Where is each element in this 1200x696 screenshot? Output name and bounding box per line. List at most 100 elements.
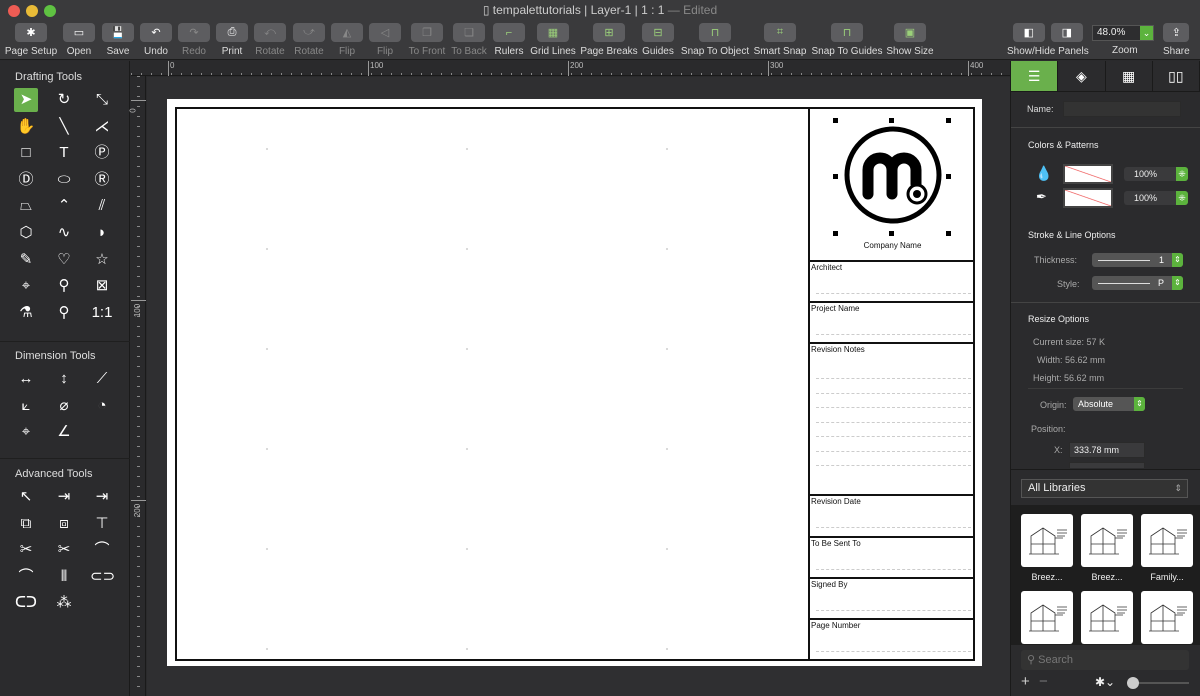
hand-tool-icon[interactable]: ✋: [14, 115, 38, 139]
scissors-tool-icon[interactable]: ✂: [14, 538, 38, 562]
page-breaks-button[interactable]: ⊞ Page Breaks: [580, 23, 638, 57]
rulers-button[interactable]: ⌐ Rulers: [493, 23, 525, 57]
library-search[interactable]: ⚲ Search: [1021, 650, 1189, 670]
node-select-tool-icon[interactable]: ↖: [14, 485, 38, 509]
show-size-button[interactable]: ▣ Show Size: [886, 23, 934, 57]
image-tool-icon[interactable]: ⊠: [90, 274, 114, 298]
title-block[interactable]: Company Name Architect Project Name Revisi…: [808, 107, 975, 661]
select-tool-icon[interactable]: ➤: [14, 88, 38, 112]
page-number-cell[interactable]: Page Number: [810, 618, 975, 661]
right-panel-toggle[interactable]: ◨: [1050, 23, 1083, 42]
page-setup-button[interactable]: ✱ Page Setup: [5, 23, 57, 57]
subtract-tool-icon[interactable]: ⧈: [52, 512, 76, 536]
library-select[interactable]: All Libraries ⇕: [1021, 479, 1188, 498]
save-button[interactable]: 💾 Save: [102, 23, 134, 57]
vertical-ruler[interactable]: 0 100 200: [129, 76, 146, 696]
extend-to-tool-icon[interactable]: ⇥: [90, 485, 114, 509]
smart-snap-button[interactable]: ⌗ Smart Snap: [754, 23, 806, 57]
print-button[interactable]: ⎙ Print: [216, 23, 248, 57]
library-item-thumbnail[interactable]: [1141, 591, 1193, 644]
arc-tool-icon[interactable]: ◗: [90, 221, 114, 245]
horizontal-ruler[interactable]: 0 100 200 300 400: [131, 61, 1010, 76]
polyline-tool-icon[interactable]: ⌃: [52, 194, 76, 218]
opacity-slider-icon[interactable]: ⁜: [1176, 167, 1188, 181]
radius-tool-icon[interactable]: ◔: [90, 394, 114, 418]
logo-cell[interactable]: Company Name: [810, 107, 975, 260]
undo-button[interactable]: ↶ Undo: [140, 23, 172, 57]
chamfer-tool-icon[interactable]: ⌒: [14, 565, 38, 589]
parallel-lines-tool-icon[interactable]: ⫽: [90, 194, 114, 218]
to-back-button[interactable]: ❏ To Back: [451, 23, 487, 57]
selection-handle[interactable]: [833, 174, 838, 179]
flip-button[interactable]: ◁ Flip: [369, 23, 401, 57]
style-select[interactable]: P ⇕: [1092, 276, 1183, 290]
snap-to-object-button[interactable]: ⊓ Snap To Object: [681, 23, 749, 57]
library-grid[interactable]: Breez... Breez... Family...: [1011, 505, 1200, 645]
redo-button[interactable]: ↷ Redo: [178, 23, 210, 57]
union-tool-icon[interactable]: ⧉: [14, 512, 38, 536]
pencil-tool-icon[interactable]: ✎: [14, 248, 38, 272]
guides-button[interactable]: ⊟ Guides: [642, 23, 674, 57]
snap-to-guides-button[interactable]: ⊓ Snap To Guides: [812, 23, 883, 57]
polygon-tool-icon[interactable]: ⏢: [14, 194, 38, 218]
actual-size-tool-icon[interactable]: 1:1: [90, 301, 114, 325]
gear-menu-icon[interactable]: ✱⌄: [1095, 675, 1115, 689]
center-mark-tool-icon[interactable]: ⌖: [14, 420, 38, 444]
architect-cell[interactable]: Architect: [810, 260, 975, 301]
left-panel-toggle[interactable]: ◧: [1012, 23, 1045, 42]
library-item-thumbnail[interactable]: [1081, 514, 1133, 567]
hexagon-tool-icon[interactable]: ⬡: [14, 221, 38, 245]
fill-opacity[interactable]: 100% ⁜: [1124, 167, 1188, 181]
angled-dimension-tool-icon[interactable]: ⟋: [90, 367, 114, 391]
origin-select[interactable]: Absolute ⇕: [1073, 397, 1145, 411]
name-input[interactable]: [1063, 101, 1181, 117]
freeform-tool-icon[interactable]: ♡: [52, 248, 76, 272]
multi-scissors-tool-icon[interactable]: ✂: [52, 538, 76, 562]
selection-handle[interactable]: [946, 118, 951, 123]
vertical-dimension-tool-icon[interactable]: ↕: [52, 367, 76, 391]
grid-icon[interactable]: ▦: [1106, 61, 1153, 91]
library-item-thumbnail[interactable]: [1141, 514, 1193, 567]
fill-color-swatch[interactable]: [1063, 164, 1113, 184]
stamp-tool-icon[interactable]: ⚲: [52, 274, 76, 298]
line-tool-icon[interactable]: ╲: [52, 115, 76, 139]
signed-by-cell[interactable]: Signed By: [810, 577, 975, 618]
stroke-color-swatch[interactable]: [1063, 188, 1113, 208]
rotate-tool-icon[interactable]: ↻: [52, 88, 76, 112]
selection-handle[interactable]: [889, 118, 894, 123]
zoom-select[interactable]: 48.0% ⌄: [1092, 25, 1154, 41]
project-name-cell[interactable]: Project Name: [810, 301, 975, 342]
x-position-input[interactable]: 333.78 mm: [1069, 442, 1145, 458]
layers-icon[interactable]: ◈: [1058, 61, 1106, 91]
library-item-thumbnail[interactable]: [1021, 591, 1073, 644]
add-icon[interactable]: +: [1021, 673, 1030, 690]
crosshair-tool-icon[interactable]: ⌖: [14, 274, 38, 298]
slider-knob[interactable]: [1127, 677, 1139, 689]
thickness-select[interactable]: 1 ⇕: [1092, 253, 1183, 267]
selection-handle[interactable]: [889, 231, 894, 236]
extend-tool-icon[interactable]: ⇥: [52, 485, 76, 509]
spring-tool-icon[interactable]: ⁂: [52, 591, 76, 615]
fillet-tool-icon[interactable]: ⌒: [90, 538, 114, 562]
flip-button[interactable]: ◭ Flip: [331, 23, 363, 57]
library-icon[interactable]: ▯▯: [1153, 61, 1200, 91]
text-tool-icon[interactable]: T: [52, 141, 76, 165]
mirror-tool-icon[interactable]: ⫴: [52, 565, 76, 589]
rotate-button[interactable]: ⤺ Rotate: [254, 23, 286, 57]
circle-r-tool-icon[interactable]: Ⓡ: [90, 168, 114, 192]
horizontal-dimension-tool-icon[interactable]: ↔: [14, 367, 38, 391]
resize-tool-icon[interactable]: ⤡: [90, 88, 114, 112]
to-front-button[interactable]: ❐ To Front: [409, 23, 445, 57]
y-position-input[interactable]: [1069, 462, 1145, 468]
angle-tool-icon[interactable]: ∠: [52, 420, 76, 444]
star-tool-icon[interactable]: ☆: [90, 248, 114, 272]
diameter-tool-icon[interactable]: ⌀: [52, 394, 76, 418]
break-tool-icon[interactable]: ᑕᑐ: [14, 591, 38, 615]
selection-handle[interactable]: [946, 231, 951, 236]
ellipse-tool-icon[interactable]: ⬭: [52, 168, 76, 192]
library-item-thumbnail[interactable]: [1081, 591, 1133, 644]
selection-handle[interactable]: [833, 118, 838, 123]
stroke-opacity[interactable]: 100% ⁜: [1124, 191, 1188, 205]
rectangle-tool-icon[interactable]: □: [14, 141, 38, 165]
to-be-sent-to-cell[interactable]: To Be Sent To: [810, 536, 975, 577]
